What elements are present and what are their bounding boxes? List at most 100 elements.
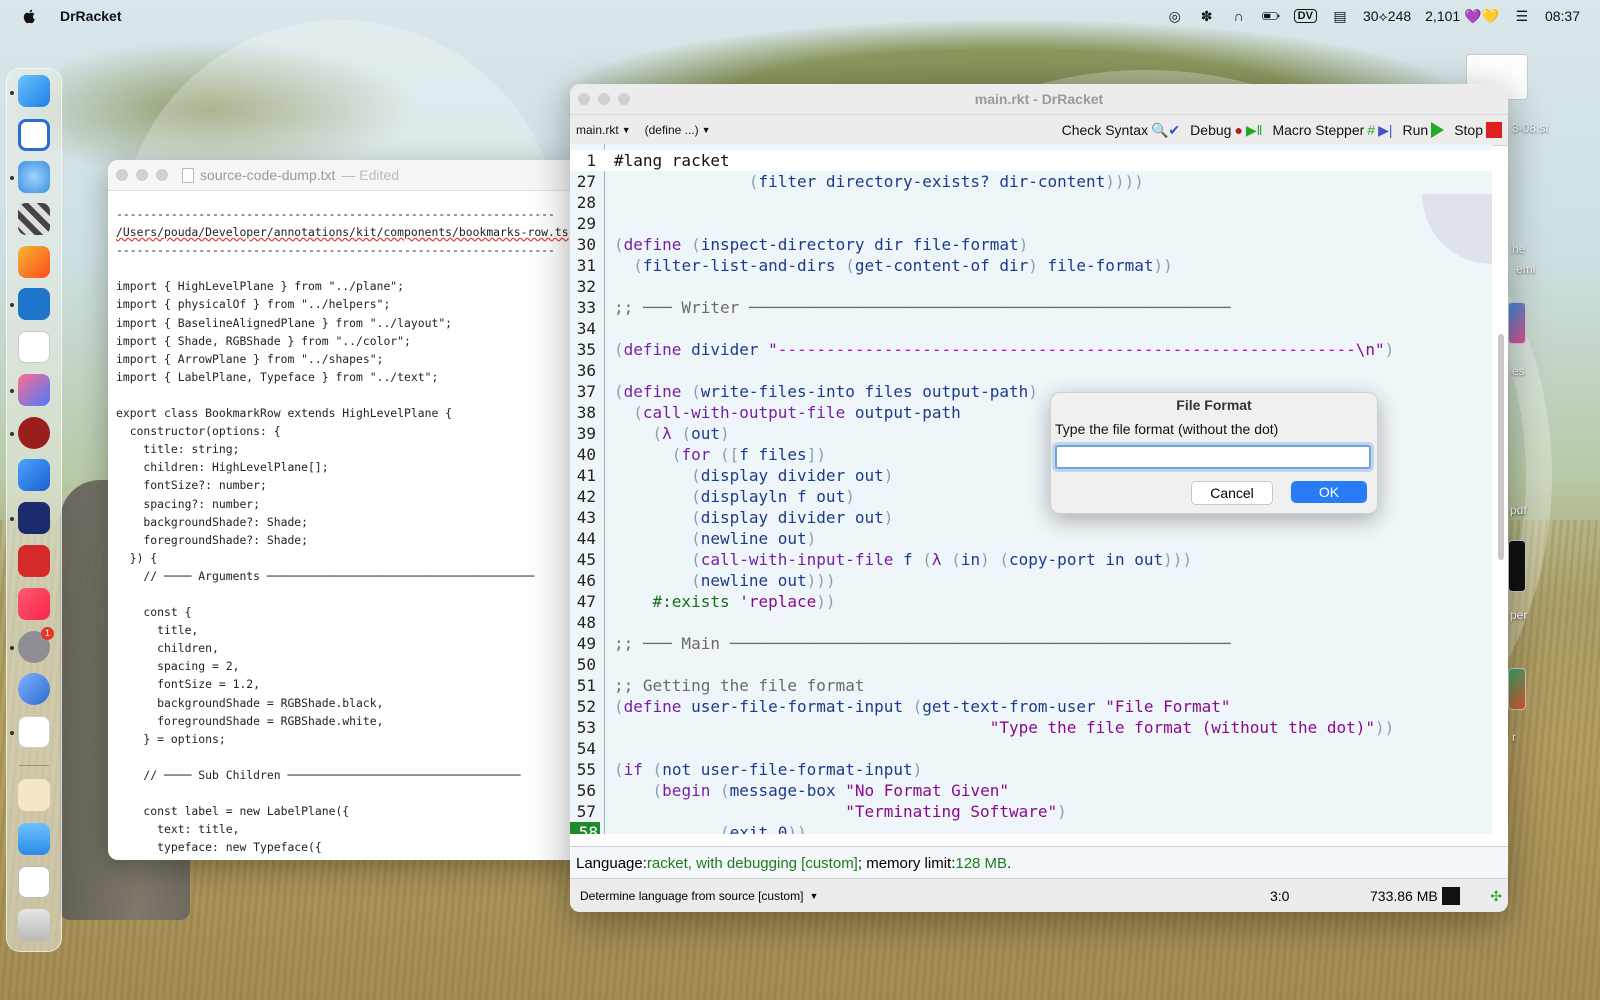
zoom-button[interactable] xyxy=(156,169,168,181)
file-menu-dropdown[interactable]: main.rkt ▼ xyxy=(576,123,631,137)
define-menu-dropdown[interactable]: (define ...) ▼ xyxy=(645,123,711,137)
code-line: 51 ;; Getting the file format xyxy=(570,675,1492,696)
source-line: foregroundShade = RGBShade.white, xyxy=(157,713,384,728)
cancel-button[interactable]: Cancel xyxy=(1191,481,1273,505)
line-number: 44 xyxy=(576,529,596,548)
code-line: 30 (define (inspect-directory dir file-fo… xyxy=(570,234,1492,255)
ok-button[interactable]: OK xyxy=(1291,481,1367,503)
user-app-icon[interactable] xyxy=(18,779,50,811)
code-text: (define (write-files-into files output-p… xyxy=(614,382,1038,401)
dialog-title: File Format xyxy=(1176,397,1252,413)
trash-icon[interactable] xyxy=(18,909,50,941)
desktop-file-label[interactable]: he xyxy=(1512,242,1525,256)
debug-button[interactable]: Debug ● ▶‖ xyxy=(1190,122,1262,139)
desktop-file-thumbnail[interactable] xyxy=(1508,302,1526,344)
chevron-down-icon: ▼ xyxy=(621,125,631,135)
source-line: backgroundShade?: Shade; xyxy=(143,514,309,529)
close-button[interactable] xyxy=(116,169,128,181)
vscode-icon[interactable] xyxy=(18,288,50,320)
racket-icon[interactable] xyxy=(18,417,50,449)
notification-badge: 1 xyxy=(41,627,54,640)
code-line: 44 (newline out) xyxy=(570,528,1492,549)
line-number: 39 xyxy=(576,424,596,443)
finder-icon[interactable] xyxy=(18,75,50,107)
snowflake-app-icon[interactable] xyxy=(18,545,50,577)
airdrop-icon[interactable]: ◎ xyxy=(1166,8,1184,24)
current-line-number: 58 xyxy=(570,822,600,834)
step-icon: ▶‖ xyxy=(1245,121,1263,138)
memory-usage-value: 733.86 MB xyxy=(1370,888,1438,904)
source-line: children, xyxy=(157,641,219,656)
folder-icon[interactable] xyxy=(18,823,50,855)
line-number: 46 xyxy=(576,571,596,590)
desktop-file-thumbnail[interactable] xyxy=(1508,668,1526,710)
code-line: 36 xyxy=(570,360,1492,381)
desktop-file-label[interactable]: r xyxy=(1512,730,1516,744)
language-selector[interactable]: Determine language from source [custom] ▼ xyxy=(580,889,818,903)
desktop-file-label[interactable]: per xyxy=(1510,608,1527,622)
code-text: "Terminating Software") xyxy=(845,802,1067,821)
code-line: 35 (define divider "---------------------… xyxy=(570,339,1492,360)
active-app-name[interactable]: DrRacket xyxy=(60,8,121,24)
step-forward-icon: ▶| xyxy=(1378,121,1393,138)
edited-label: Edited xyxy=(359,167,399,183)
apple-icon[interactable] xyxy=(22,8,38,24)
stop-button[interactable]: Stop xyxy=(1454,122,1502,138)
design-app-icon[interactable] xyxy=(18,374,50,406)
line-number: 47 xyxy=(576,592,596,611)
desktop-file-thumbnail[interactable] xyxy=(1508,540,1526,592)
paint-app-icon[interactable] xyxy=(18,246,50,278)
music-icon[interactable] xyxy=(18,588,50,620)
hearts-icon: 💜💛 xyxy=(1464,7,1499,24)
text-editor-content[interactable]: ----------------------------------------… xyxy=(108,191,578,860)
text-editor-icon[interactable] xyxy=(18,331,50,363)
cursor-position: 3:0 xyxy=(1270,888,1290,904)
keyboard-icon[interactable]: ▤ xyxy=(1331,8,1349,24)
source-line: import { Shade, RGBShade } from "../colo… xyxy=(116,333,411,348)
ghost-app-icon[interactable] xyxy=(18,502,50,534)
language-value: racket, with debugging [custom] xyxy=(646,854,858,872)
window-title: main.rkt - DrRacket xyxy=(974,91,1104,107)
file-menu-label: main.rkt xyxy=(576,123,619,137)
desktop-file-label[interactable]: pdf xyxy=(1510,503,1527,517)
run-button[interactable]: Run xyxy=(1403,122,1445,138)
clock[interactable]: 08:37 xyxy=(1545,8,1580,24)
robot-app-icon[interactable] xyxy=(18,673,50,705)
run-label: Run xyxy=(1402,122,1429,138)
source-line: constructor(options: { xyxy=(129,424,281,439)
input-source-badge[interactable]: DV xyxy=(1293,9,1317,23)
headphones-icon[interactable]: ∩ xyxy=(1230,8,1248,24)
file-format-input[interactable] xyxy=(1052,442,1374,472)
notes-icon[interactable] xyxy=(18,716,50,748)
dock-separator xyxy=(19,765,49,766)
desktop-file-label[interactable]: es xyxy=(1512,364,1525,378)
drracket-titlebar[interactable]: main.rkt - DrRacket xyxy=(570,84,1508,115)
document-icon[interactable] xyxy=(18,866,50,898)
counter-readout[interactable]: 2,101 💜💛 xyxy=(1425,8,1499,25)
flower-app-icon[interactable] xyxy=(18,161,50,193)
status-readout[interactable]: 30⟡248 xyxy=(1363,8,1411,25)
memory-usage[interactable]: 733.86 MB xyxy=(1370,887,1460,905)
desktop-file-label[interactable]: eml xyxy=(1516,262,1535,276)
chess-icon[interactable] xyxy=(18,203,50,235)
desktop-file-label[interactable]: 3-08.st xyxy=(1512,121,1549,135)
vertical-scrollbar[interactable] xyxy=(1498,334,1504,560)
code-line: 45 (call-with-input-file f (λ (in) (copy… xyxy=(570,549,1492,570)
control-center-icon[interactable]: ☰ xyxy=(1513,8,1531,24)
xcode-icon[interactable] xyxy=(18,459,50,491)
battery-icon[interactable] xyxy=(1262,9,1280,23)
code-text: (displayln f out) xyxy=(614,487,855,506)
file-format-dialog: File Format Type the file format (withou… xyxy=(1050,392,1378,514)
line-number: 37 xyxy=(576,382,596,401)
palette-icon[interactable]: ✽ xyxy=(1198,8,1216,24)
tasks-icon[interactable] xyxy=(18,119,50,151)
text-editor-titlebar[interactable]: source-code-dump.txt — Edited xyxy=(108,160,578,191)
drracket-toolbar: main.rkt ▼ (define ...) ▼ Check Syntax 🔍✔ D… xyxy=(570,115,1508,146)
system-settings-icon[interactable]: 1 xyxy=(18,627,54,663)
running-indicator xyxy=(10,432,14,436)
macro-stepper-button[interactable]: Macro Stepper # ▶| xyxy=(1272,122,1392,139)
code-line: 34 xyxy=(570,318,1492,339)
check-syntax-button[interactable]: Check Syntax 🔍✔ xyxy=(1062,122,1181,139)
minimize-button[interactable] xyxy=(136,169,148,181)
source-line: spacing?: number; xyxy=(143,496,261,511)
